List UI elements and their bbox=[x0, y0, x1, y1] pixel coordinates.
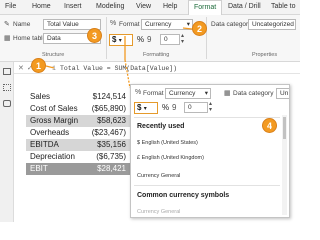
panel-data-category-select[interactable]: Un bbox=[276, 88, 289, 99]
data-category-label: Data category bbox=[211, 21, 252, 28]
format-label: Format bbox=[119, 21, 140, 28]
panel-format-select[interactable]: Currency ▾ bbox=[165, 88, 211, 99]
chevron-down-icon: ▾ bbox=[204, 90, 208, 97]
table-row: Gross Margin $58,623 bbox=[26, 115, 130, 127]
formula-bar[interactable]: ✕ ✓ 1 Total Value = SUM(Data[Value]) bbox=[14, 63, 300, 74]
formula-line-number: 1 bbox=[52, 65, 56, 72]
row-value: $35,156 bbox=[97, 140, 126, 149]
chevron-down-icon: ▾ bbox=[186, 21, 190, 28]
properties-group-label: Properties bbox=[252, 52, 278, 58]
ribbon-tab-bar: File Home Insert Modeling View Help Form… bbox=[0, 0, 300, 16]
menu-scrollbar-thumb[interactable] bbox=[283, 117, 286, 139]
row-label: Depreciation bbox=[30, 152, 75, 161]
tab-format[interactable]: Format bbox=[188, 0, 223, 16]
table-row: Depreciation ($6,735) bbox=[26, 151, 130, 163]
row-value: ($6,735) bbox=[96, 152, 126, 161]
tab-view[interactable]: View bbox=[136, 3, 151, 10]
table-row: Cost of Sales ($65,890) bbox=[26, 103, 130, 115]
format-select[interactable]: Currency ▾ bbox=[141, 19, 193, 30]
table-row: EBIT $28,421 bbox=[26, 163, 130, 175]
format-value: Currency bbox=[145, 21, 172, 28]
row-label: Cost of Sales bbox=[30, 104, 78, 113]
row-value: $28,421 bbox=[97, 164, 126, 173]
tab-table-tools[interactable]: Table to bbox=[271, 3, 296, 10]
callout-badge-2: 2 bbox=[192, 21, 207, 36]
group-divider bbox=[106, 17, 107, 59]
home-table-label: Home table bbox=[13, 35, 47, 42]
table-row: Sales $124,514 bbox=[26, 91, 130, 103]
panel-currency-symbol: $ bbox=[137, 103, 142, 112]
row-value: ($23,467) bbox=[91, 128, 126, 137]
data-category-icon: ▦ bbox=[224, 90, 231, 97]
menu-item-gbp[interactable]: £ English (United Kingdom) bbox=[137, 155, 204, 161]
common-currency-heading: Common currency symbols bbox=[137, 192, 230, 199]
panel-thousands-separator-button[interactable]: 9 bbox=[172, 103, 176, 112]
table-row: EBITDA $35,156 bbox=[26, 139, 130, 151]
ribbon-body: ✎ Name Total Value ▦ Home table Data ▾ S… bbox=[0, 15, 300, 62]
tab-insert[interactable]: Insert bbox=[64, 3, 82, 10]
financial-summary-table: Sales $124,514 Cost of Sales ($65,890) Gross… bbox=[26, 91, 130, 175]
callout-badge-4: 4 bbox=[262, 118, 277, 133]
menu-item-currency-general-common[interactable]: Currency General bbox=[137, 209, 180, 215]
row-label: EBIT bbox=[30, 164, 48, 173]
currency-format-dropdown: % Format Currency ▾ ▦ Data category Un $… bbox=[130, 84, 290, 218]
decimal-places-field[interactable]: 0 bbox=[160, 34, 180, 45]
formula-text[interactable]: Total Value = SUM(Data[Value]) bbox=[60, 65, 177, 72]
name-tag-icon: ✎ bbox=[4, 21, 10, 28]
menu-scrollbar[interactable] bbox=[282, 115, 287, 215]
format-painter-icon: % bbox=[135, 89, 142, 96]
currency-symbol: $ bbox=[112, 35, 117, 44]
row-label: Sales bbox=[30, 92, 51, 101]
stepper-icon[interactable]: ▴ ▾ bbox=[209, 101, 212, 113]
percent-button[interactable]: % bbox=[137, 35, 144, 44]
tab-file[interactable]: File bbox=[5, 3, 16, 10]
panel-decimal-places-field[interactable]: 0 bbox=[184, 102, 208, 113]
row-label: EBITDA bbox=[30, 140, 59, 149]
table-row: Overheads ($23,467) bbox=[26, 127, 130, 139]
tab-help[interactable]: Help bbox=[163, 3, 177, 10]
group-divider bbox=[206, 17, 207, 59]
row-value: $58,623 bbox=[97, 116, 126, 125]
panel-currency-button[interactable]: $ ▾ bbox=[134, 102, 158, 114]
menu-divider bbox=[134, 185, 280, 186]
recently-used-heading: Recently used bbox=[137, 123, 185, 130]
callout-badge-3: 3 bbox=[87, 28, 102, 43]
name-label: Name bbox=[13, 21, 31, 28]
home-table-value: Data bbox=[47, 35, 61, 42]
report-view-icon[interactable] bbox=[3, 68, 11, 75]
structure-group-label: Structure bbox=[42, 52, 65, 58]
table-view-icon[interactable] bbox=[3, 84, 11, 91]
menu-divider bbox=[134, 117, 280, 118]
panel-percent-button[interactable]: % bbox=[162, 103, 169, 112]
row-label: Gross Margin bbox=[30, 116, 79, 125]
tab-home[interactable]: Home bbox=[32, 3, 51, 10]
callout-badge-1: 1 bbox=[31, 58, 46, 73]
row-value: $124,514 bbox=[92, 92, 126, 101]
panel-data-category-label: Data category bbox=[233, 90, 274, 97]
menu-item-usd[interactable]: $ English (United States) bbox=[137, 140, 198, 146]
chevron-down-icon: ▾ bbox=[118, 38, 122, 44]
row-label: Overheads bbox=[30, 128, 70, 137]
row-value: ($65,890) bbox=[91, 104, 126, 113]
home-table-icon: ▦ bbox=[4, 35, 11, 42]
model-view-icon[interactable] bbox=[3, 100, 11, 107]
formatting-group-label: Formatting bbox=[143, 52, 170, 58]
menu-item-currency-general[interactable]: Currency General bbox=[137, 173, 180, 179]
panel-format-value: Currency bbox=[169, 90, 196, 97]
format-painter-icon: % bbox=[110, 20, 117, 27]
chevron-down-icon: ▾ bbox=[143, 106, 147, 112]
tab-data-drill[interactable]: Data / Drill bbox=[228, 3, 261, 10]
tab-modeling[interactable]: Modeling bbox=[96, 3, 124, 10]
thousands-separator-button[interactable]: 9 bbox=[147, 35, 151, 44]
panel-format-label: Format bbox=[143, 90, 164, 97]
view-switcher-rail bbox=[0, 62, 14, 222]
data-category-select[interactable]: Uncategorized bbox=[248, 19, 296, 30]
currency-format-button[interactable]: $ ▾ bbox=[109, 34, 133, 46]
stepper-icon[interactable]: ▴ ▾ bbox=[181, 33, 184, 45]
close-icon[interactable]: ✕ bbox=[18, 64, 24, 72]
